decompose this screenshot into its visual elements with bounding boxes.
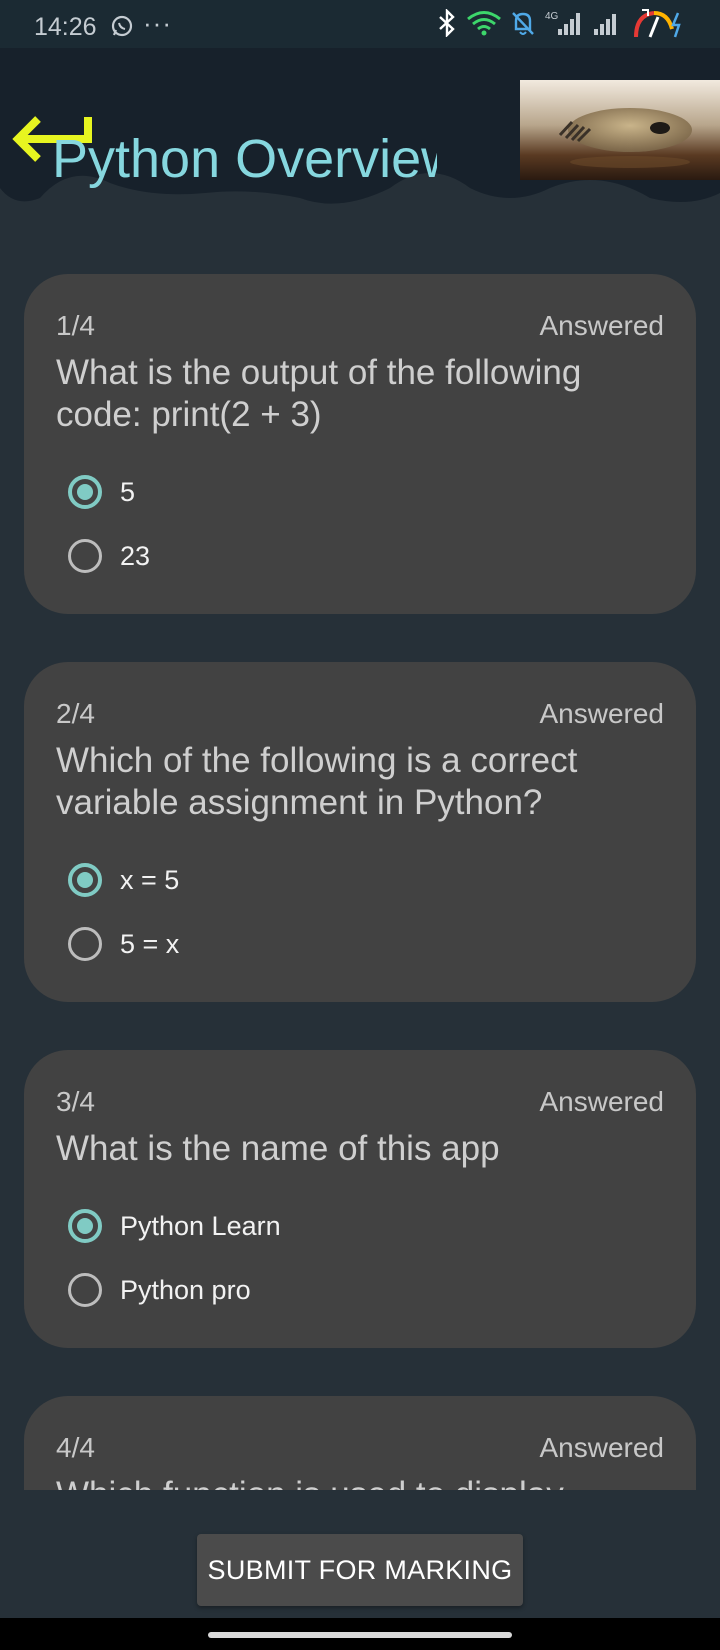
question-text: Which of the following is a correct vari… [56, 741, 578, 822]
question-number: 4/4 [56, 1432, 95, 1463]
answer-option[interactable]: x = 5 [68, 858, 179, 902]
svg-text:4G: 4G [545, 11, 559, 22]
question-card: 4/4 Answered Which function is used to d… [24, 1396, 696, 1490]
status-bar: 14:26 ··· 4G [0, 0, 720, 48]
option-label: 5 [120, 476, 136, 507]
home-gesture-handle[interactable] [208, 1632, 512, 1638]
wifi-icon [466, 10, 502, 41]
page-title: Python Overview [52, 129, 437, 189]
question-text: Which function is used to display [56, 1474, 666, 1490]
signal-icon [592, 9, 622, 42]
bell-off-icon [510, 9, 536, 42]
question-number: 1/4 [56, 310, 95, 341]
radio-unselected[interactable] [68, 927, 102, 961]
answer-option[interactable]: 23 [68, 534, 150, 578]
radio-selected[interactable] [68, 1209, 102, 1243]
question-card: 2/4 Answered Which of the following is a… [24, 662, 696, 1002]
navigation-bar [0, 1618, 720, 1650]
question-card: 1/4 Answered What is the output of the f… [24, 274, 696, 614]
battery-charging-icon [630, 7, 686, 44]
question-text: What is the name of this app [56, 1129, 500, 1168]
whatsapp-icon [110, 14, 134, 43]
status-time: 14:26 [34, 13, 97, 41]
radio-selected[interactable] [68, 475, 102, 509]
option-label: Python Learn [120, 1210, 281, 1241]
more-notifications-icon: ··· [143, 8, 172, 38]
radio-selected[interactable] [68, 863, 102, 897]
question-status: Answered [539, 698, 664, 729]
answer-option[interactable]: Python pro [68, 1268, 251, 1312]
question-text: What is the output of the following code… [56, 353, 582, 434]
question-status: Answered [539, 1086, 664, 1117]
submit-for-marking-button[interactable]: SUBMIT FOR MARKING [197, 1534, 523, 1606]
question-card: 3/4 Answered What is the name of this ap… [24, 1050, 696, 1348]
option-label: 5 = x [120, 928, 180, 959]
signal-4g-icon: 4G [544, 9, 584, 42]
question-number: 2/4 [56, 698, 95, 729]
radio-unselected[interactable] [68, 1273, 102, 1307]
question-status: Answered [539, 1432, 664, 1463]
app-header: Python Overview [0, 48, 720, 248]
header-image [520, 80, 720, 180]
radio-unselected[interactable] [68, 539, 102, 573]
answer-option[interactable]: 5 = x [68, 922, 179, 966]
question-list[interactable]: 1/4 Answered What is the output of the f… [0, 248, 720, 1490]
question-status: Answered [539, 310, 664, 341]
question-number: 3/4 [56, 1086, 95, 1117]
answer-option[interactable]: Python Learn [68, 1204, 281, 1248]
option-label: x = 5 [120, 864, 180, 895]
answer-option[interactable]: 5 [68, 470, 135, 514]
bluetooth-icon [436, 7, 458, 42]
option-label: 23 [120, 540, 151, 571]
option-label: Python pro [120, 1274, 251, 1305]
